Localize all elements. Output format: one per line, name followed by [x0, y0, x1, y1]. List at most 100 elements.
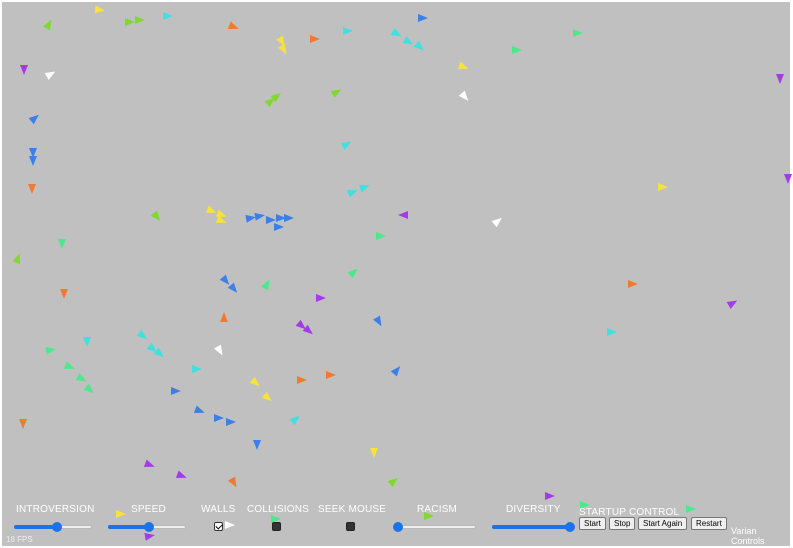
speed-slider[interactable] — [108, 522, 186, 532]
boid-arrow-icon — [153, 347, 167, 361]
boid-arrow-icon — [545, 492, 555, 500]
credit-text: Varian Controls — [731, 526, 765, 546]
boid-arrow-icon — [297, 376, 307, 384]
boid-arrow-icon — [94, 5, 106, 15]
boid-arrow-icon — [347, 265, 361, 279]
boid-arrow-icon — [163, 12, 173, 20]
racism-label: RACISM — [417, 504, 458, 515]
boid-arrow-icon — [58, 239, 66, 249]
boid-arrow-icon — [398, 211, 408, 219]
boid-arrow-icon — [150, 210, 164, 224]
boid-arrow-icon — [261, 277, 273, 291]
boid-arrow-icon — [75, 373, 89, 385]
boid-arrow-icon — [29, 156, 37, 166]
boid-arrow-icon — [340, 138, 354, 150]
boid-arrow-icon — [83, 337, 91, 347]
boid-arrow-icon — [225, 521, 235, 529]
boid-arrow-icon — [43, 17, 55, 31]
boid-arrow-icon — [254, 211, 266, 221]
boid-arrow-icon — [28, 184, 36, 194]
boid-arrow-icon — [220, 312, 228, 322]
boid-arrow-icon — [261, 391, 275, 405]
slider-thumb[interactable] — [143, 522, 154, 532]
boid-arrow-icon — [776, 74, 784, 84]
boid-arrow-icon — [228, 476, 240, 490]
boid-arrow-icon — [144, 531, 156, 541]
boid-arrow-icon — [343, 27, 353, 35]
boid-arrow-icon — [44, 68, 58, 80]
boid-arrow-icon — [226, 418, 236, 426]
boid-arrow-icon — [457, 61, 471, 73]
boid-arrow-icon — [316, 294, 326, 302]
boid-arrow-icon — [12, 251, 24, 265]
start-button[interactable]: Start — [579, 517, 606, 530]
boid-arrow-icon — [358, 181, 372, 193]
stop-button[interactable]: Stop — [609, 517, 636, 530]
diversity-label: DIVERSITY — [506, 504, 561, 515]
racism-slider[interactable] — [393, 522, 476, 532]
boid-arrow-icon — [370, 448, 378, 458]
boid-arrow-icon — [253, 440, 261, 450]
boid-arrow-icon — [418, 14, 428, 22]
boid-arrow-icon — [387, 474, 401, 488]
boid-arrow-icon — [658, 183, 668, 191]
boid-arrow-icon — [390, 28, 404, 40]
boids-canvas[interactable] — [2, 2, 792, 546]
boid-arrow-icon — [413, 40, 427, 54]
boid-arrow-icon — [192, 365, 202, 373]
slider-thumb[interactable] — [393, 522, 403, 532]
boid-arrow-icon — [20, 65, 28, 75]
boid-arrow-icon — [326, 371, 336, 379]
collisions-checkbox[interactable] — [272, 522, 281, 531]
seek-mouse-checkbox[interactable] — [346, 522, 355, 531]
fps-counter: 18 FPS — [6, 535, 33, 544]
boid-arrow-icon — [289, 412, 303, 426]
slider-fill — [14, 525, 57, 529]
boid-arrow-icon — [45, 345, 57, 355]
collisions-label: COLLISIONS — [247, 504, 310, 515]
boid-arrow-icon — [136, 329, 150, 343]
speed-label: SPEED — [131, 504, 166, 515]
boid-arrow-icon — [310, 35, 320, 43]
boid-arrow-icon — [607, 328, 617, 336]
boid-arrow-icon — [274, 223, 284, 231]
boid-arrow-icon — [175, 470, 189, 482]
slider-thumb[interactable] — [51, 522, 62, 532]
boid-arrow-icon — [376, 232, 386, 240]
boid-arrow-icon — [512, 46, 522, 54]
boid-arrow-icon — [19, 419, 27, 429]
boid-arrow-icon — [628, 280, 638, 288]
boid-arrow-icon — [458, 90, 472, 104]
boid-arrow-icon — [143, 459, 157, 471]
boid-arrow-icon — [249, 376, 263, 390]
diversity-slider[interactable] — [492, 522, 575, 532]
slider-thumb[interactable] — [565, 522, 575, 532]
boid-arrow-icon — [330, 86, 344, 98]
boid-arrow-icon — [302, 324, 316, 338]
boid-arrow-icon — [135, 16, 145, 24]
boid-arrow-icon — [60, 289, 68, 299]
start-again-button[interactable]: Start Again — [638, 517, 688, 530]
slider-fill — [108, 525, 149, 529]
boid-arrow-icon — [346, 186, 360, 198]
boid-arrow-icon — [726, 297, 740, 309]
seek-mouse-label: SEEK MOUSE — [318, 504, 387, 515]
boid-arrow-icon — [284, 214, 294, 222]
slider-track — [398, 525, 476, 529]
boid-arrow-icon — [373, 315, 385, 329]
boid-arrow-icon — [227, 21, 241, 33]
boid-arrow-icon — [125, 18, 135, 26]
boid-arrow-icon — [227, 282, 241, 296]
introversion-slider[interactable] — [14, 522, 92, 532]
walls-checkbox[interactable] — [214, 522, 223, 531]
walls-label: WALLS — [201, 504, 236, 515]
boid-arrow-icon — [390, 363, 404, 377]
boid-arrow-icon — [686, 505, 696, 513]
restart-button[interactable]: Restart — [691, 517, 727, 530]
boid-arrow-icon — [63, 361, 77, 373]
boid-arrow-icon — [83, 383, 97, 397]
boid-arrow-icon — [573, 29, 583, 37]
boid-arrow-icon — [171, 387, 181, 395]
introversion-label: INTROVERSION — [16, 504, 95, 515]
boid-arrow-icon — [491, 214, 505, 228]
